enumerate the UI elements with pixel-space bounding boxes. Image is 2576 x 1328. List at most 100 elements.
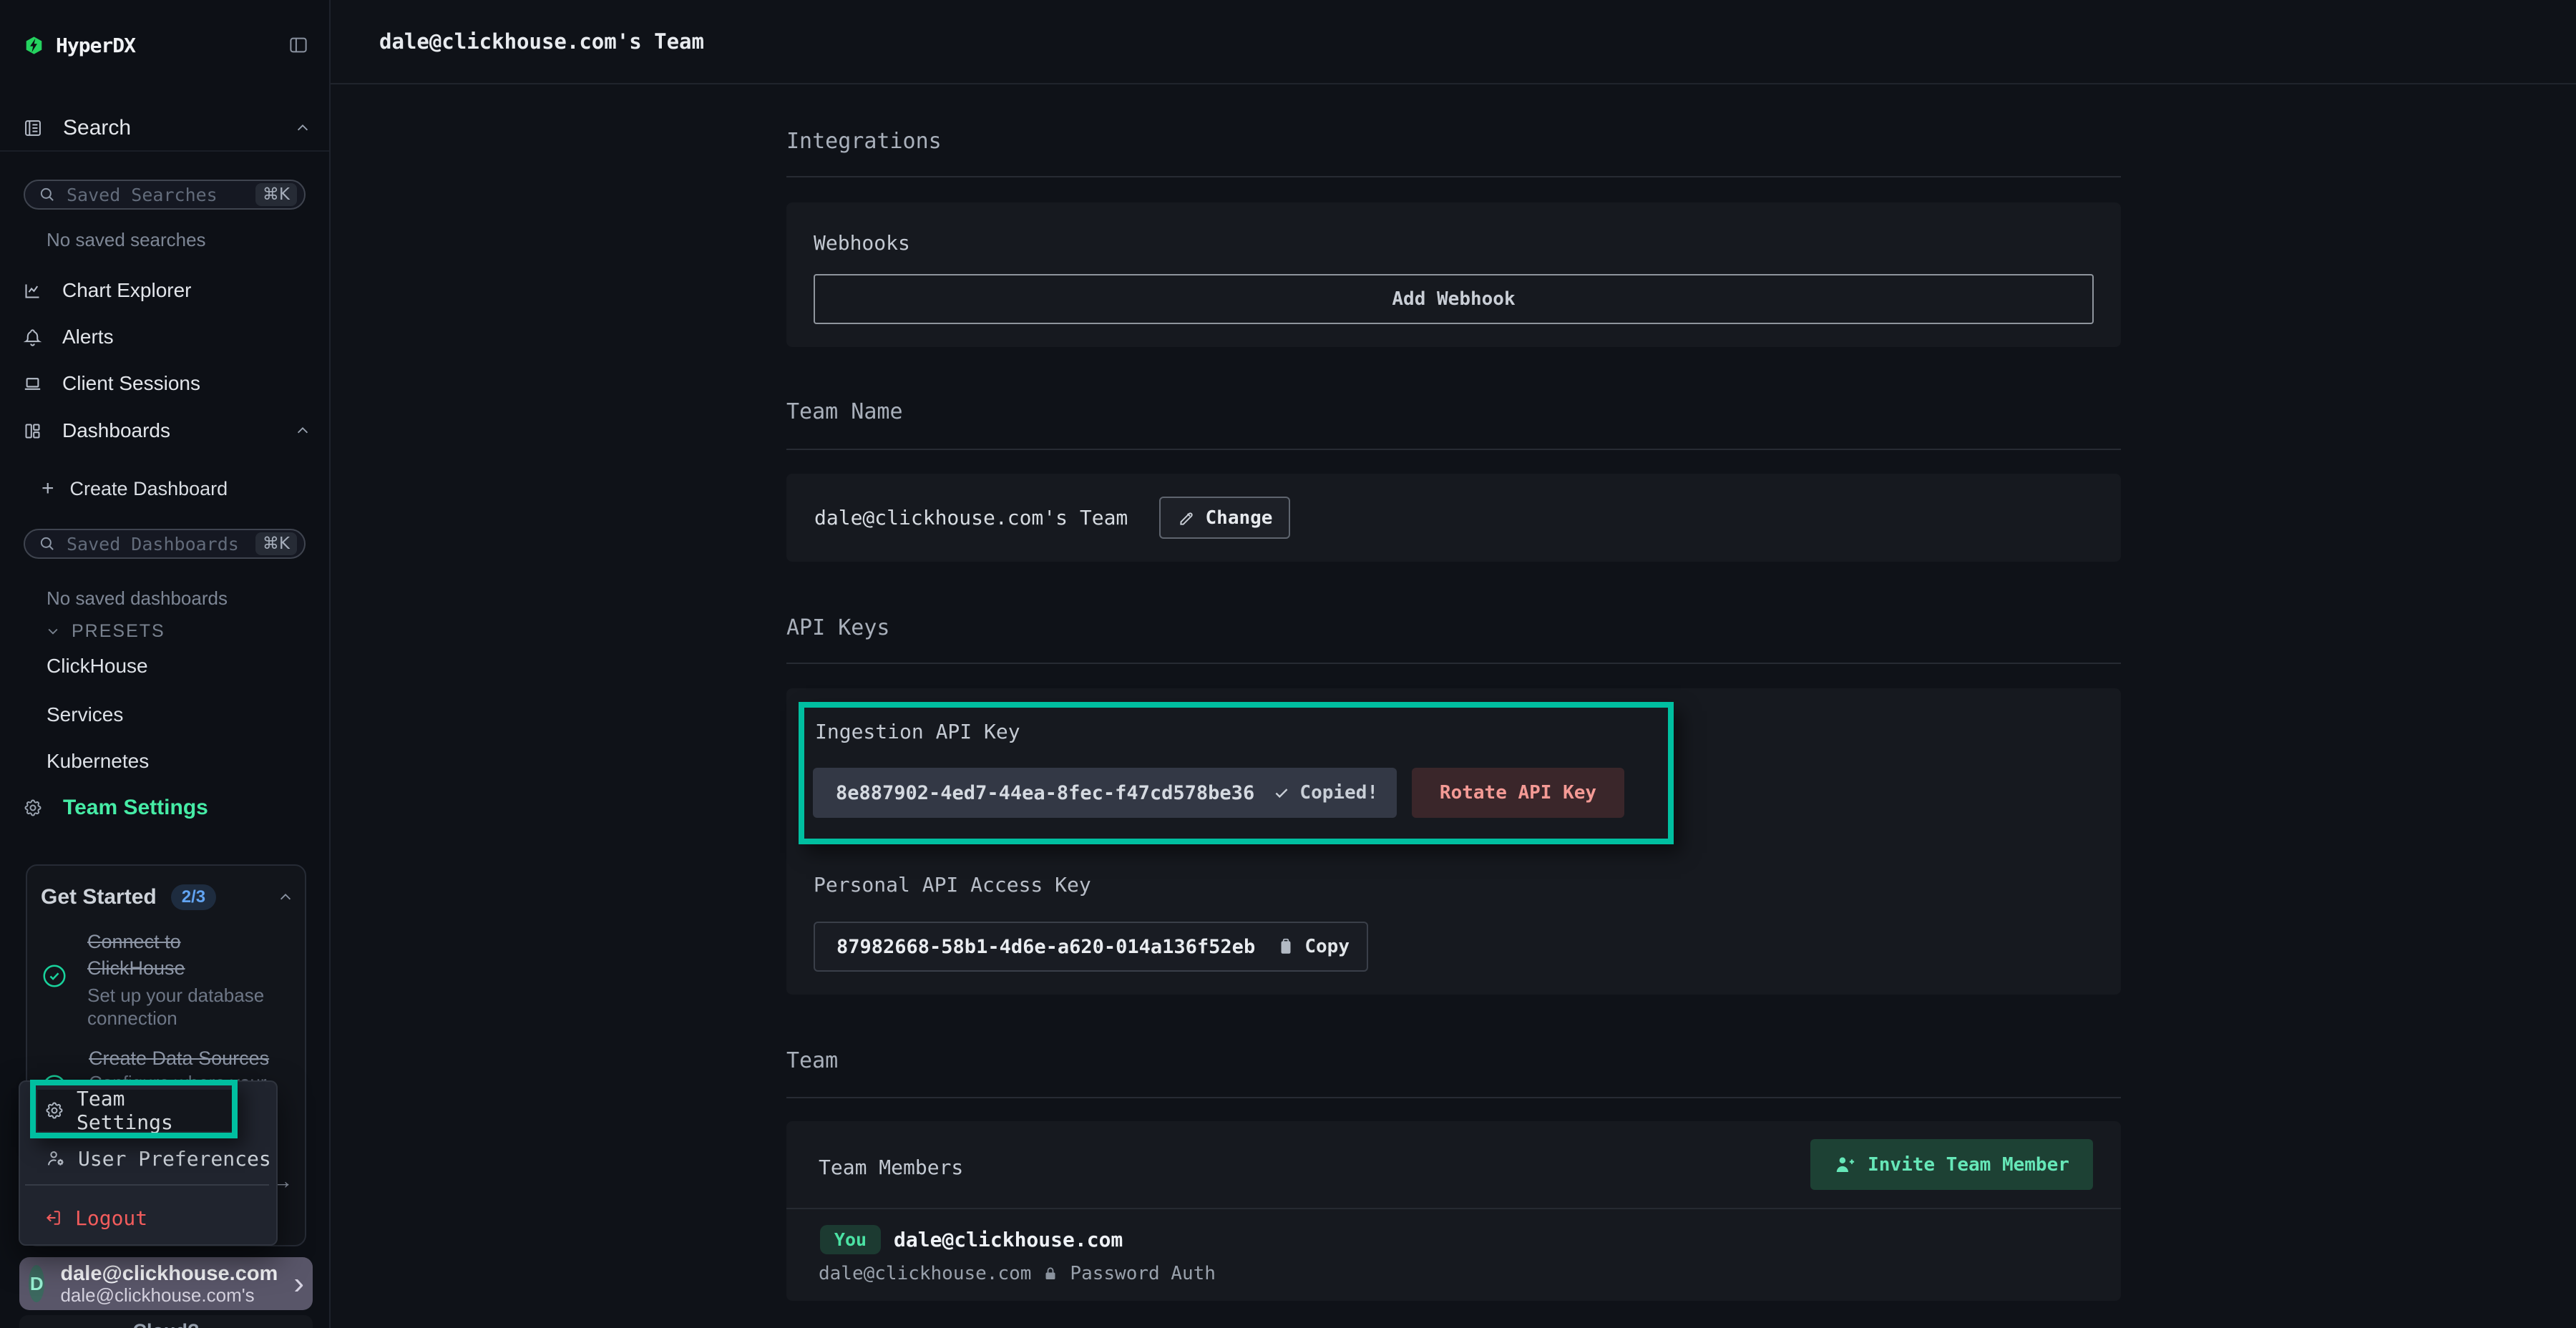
copy-button[interactable]: Copy (1277, 936, 1350, 957)
auth-method: Password Auth (1070, 1263, 1216, 1284)
search-list-icon (23, 118, 43, 138)
member-details-row: dale@clickhouse.com Password Auth (819, 1262, 1216, 1285)
user-team: dale@clickhouse.com's (60, 1285, 278, 1305)
step-desc-line: connection (87, 1007, 177, 1030)
dashboard-grid-icon (23, 421, 42, 441)
cloud-link-card[interactable]: Cloud? (19, 1315, 313, 1328)
saved-searches-placeholder: Saved Searches (67, 185, 218, 205)
check-icon (1272, 783, 1291, 802)
user-gear-icon (46, 1148, 66, 1168)
preset-item-kubernetes[interactable]: Kubernetes (47, 747, 149, 776)
change-label: Change (1206, 507, 1273, 529)
ingestion-api-key-value: 8e887902-4ed7-44ea-8fec-f47cd578be36 (836, 782, 1254, 804)
rotate-api-key-button[interactable]: Rotate API Key (1412, 768, 1624, 818)
user-plus-icon (1834, 1154, 1855, 1176)
laptop-icon (23, 374, 42, 394)
cmd-k-shortcut: ⌘K (255, 183, 297, 206)
chevron-up-icon[interactable] (278, 889, 293, 905)
no-saved-dashboards-text: No saved dashboards (47, 587, 228, 610)
no-saved-searches-text: No saved searches (47, 229, 206, 251)
plus-icon: + (42, 477, 54, 501)
api-keys-heading: API Keys (786, 615, 890, 640)
sidebar-section-search[interactable]: Search (23, 109, 311, 147)
gear-icon (23, 798, 43, 818)
team-members-label: Team Members (819, 1156, 963, 1179)
add-webhook-button[interactable]: Add Webhook (814, 274, 2094, 324)
create-dashboard-button[interactable]: + Create Dashboard (42, 469, 228, 508)
lock-icon (1042, 1265, 1059, 1282)
menu-label: User Preferences (78, 1147, 271, 1171)
section-divider (786, 1097, 2121, 1098)
team-name-heading: Team Name (786, 399, 903, 424)
you-badge: You (820, 1225, 881, 1254)
search-icon (38, 185, 57, 204)
personal-api-key-chip[interactable]: 87982668-58b1-4d6e-a620-014a136f52eb Cop… (814, 922, 1368, 972)
user-name: dale@clickhouse.com (60, 1263, 278, 1285)
sidebar-item-team-settings[interactable]: Team Settings (23, 788, 311, 827)
menu-label: Logout (75, 1206, 147, 1230)
check-circle-icon (41, 962, 68, 990)
copy-label: Copy (1304, 936, 1350, 957)
sidebar-item-client-sessions[interactable]: Client Sessions (23, 364, 311, 403)
card-divider (786, 1208, 2121, 1209)
create-dashboard-label: Create Dashboard (70, 478, 228, 500)
sidebar-item-dashboards[interactable]: Dashboards (23, 411, 311, 450)
member-email: dale@clickhouse.com (819, 1263, 1031, 1284)
team-name-value: dale@clickhouse.com's Team (814, 474, 1128, 562)
nav-label: Alerts (62, 326, 114, 348)
presets-header[interactable]: PRESETS (46, 620, 165, 643)
webhooks-label: Webhooks (814, 231, 910, 255)
brand-name: HyperDX (56, 34, 135, 57)
change-team-name-button[interactable]: Change (1159, 497, 1290, 539)
saved-searches-input[interactable]: Saved Searches ⌘K (24, 180, 306, 210)
step-desc-line: Set up your database (87, 985, 264, 1007)
nav-label: Chart Explorer (62, 279, 192, 302)
cloud-partial-text: Cloud? (133, 1320, 200, 1328)
invite-label: Invite Team Member (1868, 1154, 2069, 1176)
menu-item-team-settings[interactable]: Team Settings (37, 1090, 233, 1131)
logout-icon (43, 1208, 63, 1228)
step-title-line: ClickHouse (87, 957, 185, 980)
chart-line-icon (23, 281, 42, 301)
saved-dashboards-input[interactable]: Saved Dashboards ⌘K (24, 529, 306, 559)
sidebar-item-chart-explorer[interactable]: Chart Explorer (23, 271, 311, 310)
pencil-icon (1177, 509, 1196, 527)
personal-api-key-value: 87982668-58b1-4d6e-a620-014a136f52eb (836, 936, 1255, 958)
sidebar-item-alerts[interactable]: Alerts (23, 318, 311, 356)
chevron-up-icon[interactable] (295, 423, 311, 439)
presets-label: PRESETS (72, 621, 165, 642)
chevron-up-icon[interactable] (295, 120, 311, 136)
chevron-right-icon: › (293, 1268, 304, 1299)
invite-team-member-button[interactable]: Invite Team Member (1810, 1139, 2093, 1190)
search-icon (38, 534, 57, 553)
member-name: dale@clickhouse.com (894, 1225, 1123, 1254)
preset-item-services[interactable]: Services (47, 700, 123, 729)
section-divider (786, 663, 2121, 664)
cmd-k-shortcut: ⌘K (255, 532, 297, 555)
webhooks-card: Webhooks Add Webhook (786, 202, 2121, 347)
search-section-label: Search (63, 116, 131, 140)
preset-item-clickhouse[interactable]: ClickHouse (47, 652, 148, 680)
team-settings-label: Team Settings (63, 796, 208, 820)
user-account-chip[interactable]: D dale@clickhouse.com dale@clickhouse.co… (19, 1257, 313, 1310)
personal-key-label: Personal API Access Key (814, 873, 1091, 897)
account-menu: Team Settings User Preferences Logout (19, 1080, 278, 1246)
progress-badge: 2/3 (171, 884, 216, 910)
sidebar: HyperDX Search Saved Searches ⌘K No save… (0, 0, 331, 1328)
ingestion-api-key-chip[interactable]: 8e887902-4ed7-44ea-8fec-f47cd578be36 Cop… (813, 768, 1397, 818)
menu-item-logout[interactable]: Logout (20, 1201, 276, 1235)
get-started-title: Get Started (41, 885, 157, 909)
chevron-down-icon (46, 624, 60, 638)
section-divider (786, 449, 2121, 450)
hyperdx-logo-icon (24, 36, 44, 55)
gear-icon (44, 1100, 64, 1120)
hyperdx-app: HyperDX Search Saved Searches ⌘K No save… (0, 0, 2576, 1328)
menu-divider (25, 1184, 269, 1186)
sidebar-collapse-icon[interactable] (288, 34, 309, 56)
nav-label: Client Sessions (62, 372, 200, 395)
menu-item-user-preferences[interactable]: User Preferences (20, 1141, 276, 1176)
integrations-heading: Integrations (786, 129, 942, 154)
ingestion-key-label: Ingestion API Key (815, 720, 1020, 743)
nav-label: Dashboards (62, 419, 170, 442)
page-title: dale@clickhouse.com's Team (379, 29, 704, 54)
